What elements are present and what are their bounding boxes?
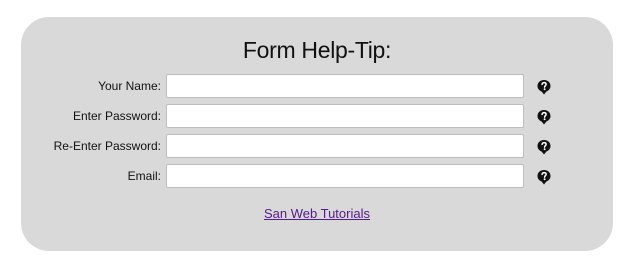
footer-link-container: San Web Tutorials xyxy=(21,206,613,221)
your-name-label: Your Name: xyxy=(98,79,161,93)
form-title: Form Help-Tip: xyxy=(242,37,392,63)
email-input[interactable] xyxy=(166,164,524,188)
question-mark-bubble-icon[interactable] xyxy=(536,109,552,125)
enter-password-label: Enter Password: xyxy=(72,109,161,123)
your-name-input[interactable] xyxy=(166,74,524,98)
form-panel: Form Help-Tip: Your Name: Enter Password… xyxy=(21,17,613,251)
san-web-tutorials-link[interactable]: San Web Tutorials xyxy=(264,206,370,221)
question-mark-bubble-icon[interactable] xyxy=(536,139,552,155)
form-row-your-name: Your Name: xyxy=(21,74,613,100)
form-row-enter-password: Enter Password: xyxy=(21,104,613,130)
reenter-password-label: Re-Enter Password: xyxy=(53,139,161,153)
question-mark-bubble-icon[interactable] xyxy=(536,169,552,185)
enter-password-input[interactable] xyxy=(166,104,524,128)
reenter-password-input[interactable] xyxy=(166,134,524,158)
email-label: Email: xyxy=(127,169,161,183)
form-row-email: Email: xyxy=(21,164,613,190)
question-mark-bubble-icon[interactable] xyxy=(536,79,552,95)
form-row-reenter-password: Re-Enter Password: xyxy=(21,134,613,160)
